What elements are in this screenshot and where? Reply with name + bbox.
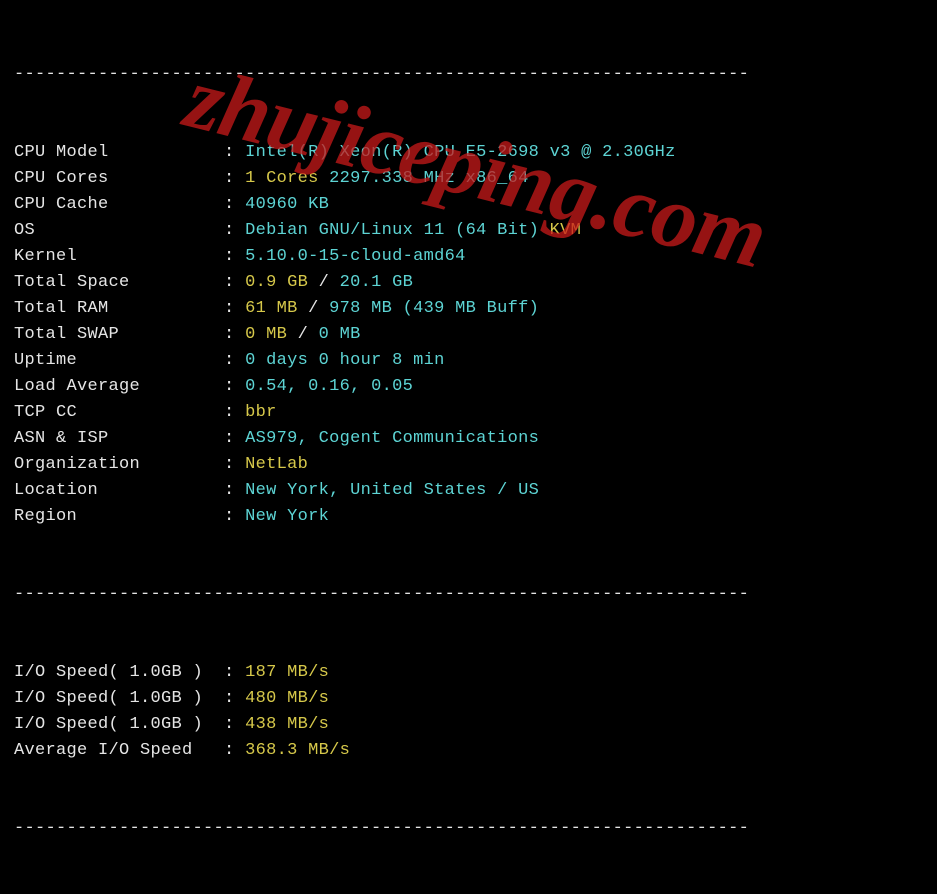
sys-row: CPU Cores : 1 Cores 2297.338 MHz x86_64 (14, 166, 923, 192)
sys-row: Region : New York (14, 504, 923, 530)
io-speed-block: I/O Speed( 1.0GB ) : 187 MB/sI/O Speed( … (14, 660, 923, 764)
sys-value: NetLab (245, 455, 308, 474)
sys-label: Total SWAP (14, 325, 224, 344)
io-value: 480 MB/s (245, 689, 329, 708)
sys-row: Total SWAP : 0 MB / 0 MB (14, 322, 923, 348)
sys-row: ASN & ISP : AS979, Cogent Communications (14, 426, 923, 452)
sys-label: Uptime (14, 351, 224, 370)
sys-value: Intel(R) Xeon(R) CPU E5-2698 v3 @ 2.30GH… (245, 143, 676, 162)
sys-row: CPU Cache : 40960 KB (14, 192, 923, 218)
sys-value: 0 days 0 hour 8 min (245, 351, 445, 370)
colon: : (224, 455, 245, 474)
colon: : (224, 715, 245, 734)
sys-label: Region (14, 507, 224, 526)
colon: : (224, 403, 245, 422)
sys-value: bbr (245, 403, 277, 422)
io-row: I/O Speed( 1.0GB ) : 438 MB/s (14, 712, 923, 738)
sys-value: 0.54, 0.16, 0.05 (245, 377, 413, 396)
sys-value: 0 MB (245, 325, 298, 344)
colon: : (224, 273, 245, 292)
sys-row: OS : Debian GNU/Linux 11 (64 Bit) KVM (14, 218, 923, 244)
sys-label: ASN & ISP (14, 429, 224, 448)
sys-row: Load Average : 0.54, 0.16, 0.05 (14, 374, 923, 400)
sys-row: Location : New York, United States / US (14, 478, 923, 504)
io-label: I/O Speed( 1.0GB ) (14, 663, 224, 682)
sys-label: CPU Cores (14, 169, 224, 188)
io-label: I/O Speed( 1.0GB ) (14, 715, 224, 734)
sys-value: 2297.338 MHz x86_64 (329, 169, 529, 188)
colon: : (224, 377, 245, 396)
sys-value: 40960 KB (245, 195, 329, 214)
sys-value: / (319, 273, 340, 292)
sys-label: CPU Cache (14, 195, 224, 214)
sys-row: Total RAM : 61 MB / 978 MB (439 MB Buff) (14, 296, 923, 322)
terminal-output: ----------------------------------------… (0, 0, 937, 621)
io-value: 438 MB/s (245, 715, 329, 734)
sys-value: / (298, 325, 319, 344)
io-row: Average I/O Speed : 368.3 MB/s (14, 738, 923, 764)
sys-label: Total Space (14, 273, 224, 292)
sys-label: Kernel (14, 247, 224, 266)
sys-row: TCP CC : bbr (14, 400, 923, 426)
sys-label: Location (14, 481, 224, 500)
colon: : (224, 663, 245, 682)
io-value: 187 MB/s (245, 663, 329, 682)
sys-value: AS979, Cogent Communications (245, 429, 539, 448)
sys-value: 978 MB (329, 299, 403, 318)
colon: : (224, 221, 245, 240)
colon: : (224, 481, 245, 500)
separator-mid: ----------------------------------------… (14, 582, 923, 608)
colon: : (224, 195, 245, 214)
sys-value: / (308, 299, 329, 318)
sys-label: Total RAM (14, 299, 224, 318)
colon: : (224, 741, 245, 760)
colon: : (224, 325, 245, 344)
sys-label: TCP CC (14, 403, 224, 422)
sys-value: 20.1 GB (340, 273, 414, 292)
sys-value: 1 Cores (245, 169, 329, 188)
separator-bottom: ----------------------------------------… (14, 816, 923, 842)
colon: : (224, 429, 245, 448)
sys-value: Debian GNU/Linux 11 (64 Bit) (245, 221, 550, 240)
sys-value: New York, United States / US (245, 481, 539, 500)
sys-value: (439 MB Buff) (403, 299, 540, 318)
sys-value: 0 MB (319, 325, 361, 344)
colon: : (224, 351, 245, 370)
sys-row: Total Space : 0.9 GB / 20.1 GB (14, 270, 923, 296)
io-label: I/O Speed( 1.0GB ) (14, 689, 224, 708)
io-row: I/O Speed( 1.0GB ) : 480 MB/s (14, 686, 923, 712)
io-label: Average I/O Speed (14, 741, 224, 760)
sys-label: CPU Model (14, 143, 224, 162)
sys-value: KVM (550, 221, 582, 240)
system-info-block: CPU Model : Intel(R) Xeon(R) CPU E5-2698… (14, 140, 923, 530)
sys-row: CPU Model : Intel(R) Xeon(R) CPU E5-2698… (14, 140, 923, 166)
sys-row: Organization : NetLab (14, 452, 923, 478)
colon: : (224, 507, 245, 526)
separator-top: ----------------------------------------… (14, 62, 923, 88)
sys-label: OS (14, 221, 224, 240)
sys-label: Load Average (14, 377, 224, 396)
io-value: 368.3 MB/s (245, 741, 350, 760)
sys-value: 61 MB (245, 299, 308, 318)
colon: : (224, 299, 245, 318)
sys-row: Kernel : 5.10.0-15-cloud-amd64 (14, 244, 923, 270)
sys-value: 0.9 GB (245, 273, 319, 292)
sys-value: New York (245, 507, 329, 526)
sys-label: Organization (14, 455, 224, 474)
colon: : (224, 247, 245, 266)
io-row: I/O Speed( 1.0GB ) : 187 MB/s (14, 660, 923, 686)
sys-value: 5.10.0-15-cloud-amd64 (245, 247, 466, 266)
colon: : (224, 143, 245, 162)
colon: : (224, 689, 245, 708)
sys-row: Uptime : 0 days 0 hour 8 min (14, 348, 923, 374)
colon: : (224, 169, 245, 188)
